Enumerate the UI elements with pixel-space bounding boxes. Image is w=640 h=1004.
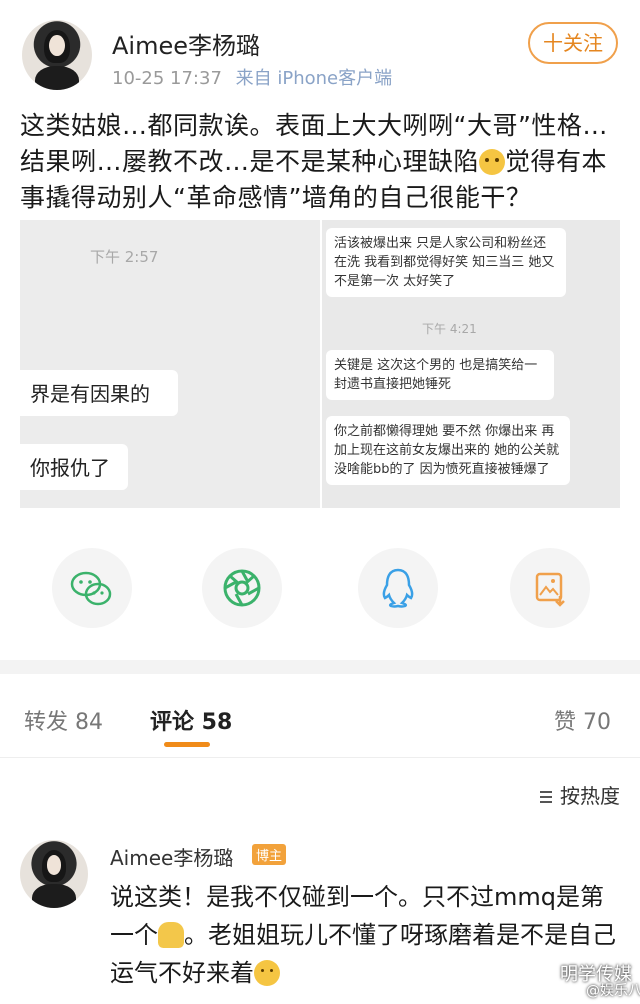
author-badge: 博主 (252, 844, 287, 865)
post-image-right[interactable]: 活该被爆出来 只是人家公司和粉丝还在洗 我看到都觉得好笑 知三当三 她又不是第一… (322, 220, 620, 508)
chat-bubble: 关键是 这次这个男的 也是搞笑给一封遗书直接把她锤死 (326, 350, 554, 400)
commenter-avatar[interactable] (20, 840, 88, 908)
watermark-sub: @娱乐八卦说 (586, 983, 640, 999)
wechat-share-button[interactable] (52, 548, 132, 628)
section-divider (0, 660, 640, 674)
post-body: 这类姑娘…都同款诶。表面上大大咧咧“大哥”性格…结果咧…屡教不改…是不是某种心理… (20, 108, 625, 216)
sort-icon (540, 789, 556, 805)
active-tab-indicator (164, 742, 210, 747)
post-header: Aimee李杨璐 10-25 17:37 来自 iPhone客户端 十关注 (0, 0, 640, 100)
qq-share-button[interactable] (358, 548, 438, 628)
moments-share-button[interactable] (202, 548, 282, 628)
sort-by-hot-button[interactable]: 按热度 (540, 780, 620, 809)
chat-bubble: 你之前都懒得理她 要不然 你爆出来 再加上现在这前女友爆出来的 她的公关就没啥能… (326, 416, 570, 485)
qq-icon (382, 568, 414, 608)
smiling-face-icon (254, 960, 280, 986)
chat-timestamp: 下午 4:21 (422, 322, 477, 336)
tab-comments[interactable]: 评论 58 (150, 704, 232, 736)
post-meta: 10-25 17:37 来自 iPhone客户端 (112, 64, 392, 90)
comment-text-part2: 。老姐姐玩儿不懂了呀琢磨着是不是自己运气不好来着 (110, 921, 616, 987)
comment-text: 说这类！是我不仅碰到一个。只不过mmq是第一个 。老姐姐玩儿不懂了呀琢磨着是不是自… (110, 878, 625, 992)
commenter-name[interactable]: Aimee李杨璐 (110, 842, 233, 871)
author-name[interactable]: Aimee李杨璐 (112, 26, 260, 61)
post-source: 来自 iPhone客户端 (235, 68, 393, 89)
chat-timestamp: 下午 2:57 (90, 248, 159, 266)
author-avatar[interactable] (22, 20, 92, 90)
post-time: 10-25 17:37 (112, 68, 222, 89)
save-image-button[interactable] (510, 548, 590, 628)
watermark: 明学传媒 @娱乐八卦说 (560, 960, 640, 999)
share-row (0, 548, 640, 638)
follow-button[interactable]: 十关注 (528, 22, 618, 64)
bowing-person-icon (158, 922, 184, 948)
chat-bubble: 活该被爆出来 只是人家公司和粉丝还在洗 我看到都觉得好笑 知三当三 她又不是第一… (326, 228, 566, 297)
comment-item: Aimee李杨璐 博主 说这类！是我不仅碰到一个。只不过mmq是第一个 。老姐姐玩… (0, 832, 640, 1002)
wechat-icon (70, 571, 112, 606)
post-image-left[interactable]: 下午 2:57 界是有因果的 你报仇了 (20, 220, 320, 508)
tab-repost[interactable]: 转发 84 (24, 704, 103, 736)
tab-likes[interactable]: 赞 70 (554, 704, 611, 736)
interaction-tabs: 转发 84 评论 58 赞 70 (0, 676, 640, 758)
thinking-face-icon (479, 149, 506, 175)
save-image-icon (535, 572, 565, 607)
chat-bubble: 你报仇了 (20, 444, 128, 490)
chat-bubble: 界是有因果的 (20, 370, 178, 416)
moments-icon (223, 569, 261, 607)
sort-label: 按热度 (560, 784, 620, 808)
